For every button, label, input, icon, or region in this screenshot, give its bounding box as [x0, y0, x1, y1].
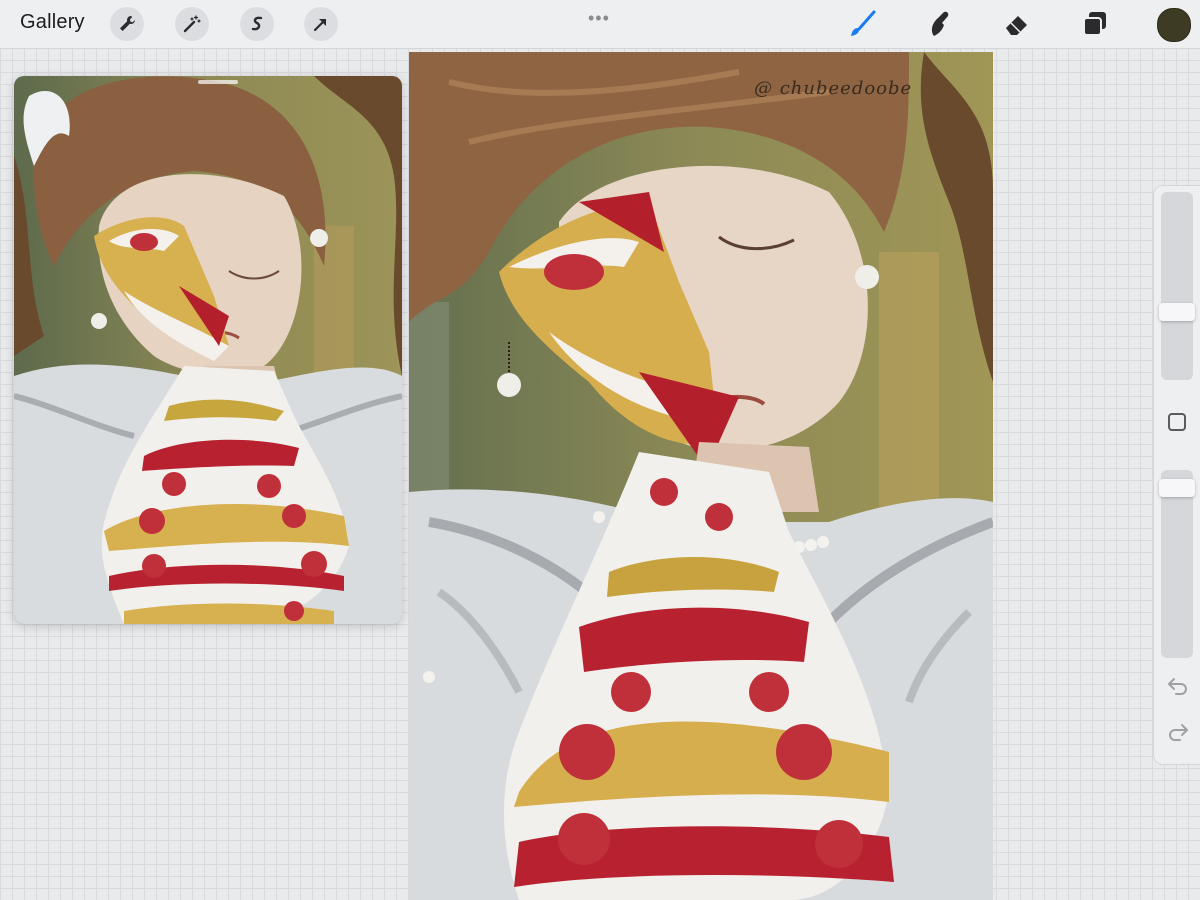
selection-button[interactable]	[240, 7, 274, 41]
top-toolbar: Gallery •••	[0, 0, 1200, 49]
redo-button[interactable]	[1165, 721, 1191, 743]
smudge-icon	[931, 11, 949, 36]
selection-icon	[251, 16, 263, 31]
redo-icon	[1169, 724, 1188, 741]
gallery-button[interactable]: Gallery	[20, 11, 85, 34]
smudge-tool-button[interactable]	[922, 7, 956, 41]
transform-button[interactable]	[304, 7, 338, 41]
opacity-thumb[interactable]	[1159, 479, 1195, 497]
canvas-artwork	[409, 52, 993, 900]
transform-arrow-icon	[313, 18, 327, 32]
brush-icon	[851, 10, 876, 36]
actions-button[interactable]	[110, 7, 144, 41]
brush-size-slider[interactable]	[1159, 192, 1195, 380]
opacity-slider[interactable]	[1159, 470, 1195, 658]
eraser-tool-button[interactable]	[1000, 7, 1034, 41]
modify-button[interactable]	[1168, 413, 1186, 431]
reference-window[interactable]	[14, 76, 402, 624]
eraser-icon	[1006, 16, 1027, 35]
layers-button[interactable]	[1078, 7, 1112, 41]
wrench-icon	[120, 16, 135, 31]
sidebar	[1153, 185, 1200, 765]
undo-icon	[1168, 678, 1187, 695]
reference-artwork	[14, 76, 402, 624]
toolbar-more-handle[interactable]: •••	[588, 8, 610, 29]
drawing-canvas[interactable]: @ chubeedoobe	[409, 52, 993, 900]
brush-size-thumb[interactable]	[1159, 303, 1195, 321]
brush-tool-button[interactable]	[845, 7, 879, 41]
artist-signature: @ chubeedoobe	[754, 78, 913, 99]
color-swatch[interactable]	[1157, 8, 1191, 42]
adjustments-button[interactable]	[175, 7, 209, 41]
magic-wand-icon	[183, 15, 201, 33]
layers-icon	[1083, 12, 1106, 36]
reference-drag-handle[interactable]	[198, 80, 238, 84]
undo-button[interactable]	[1165, 675, 1191, 697]
